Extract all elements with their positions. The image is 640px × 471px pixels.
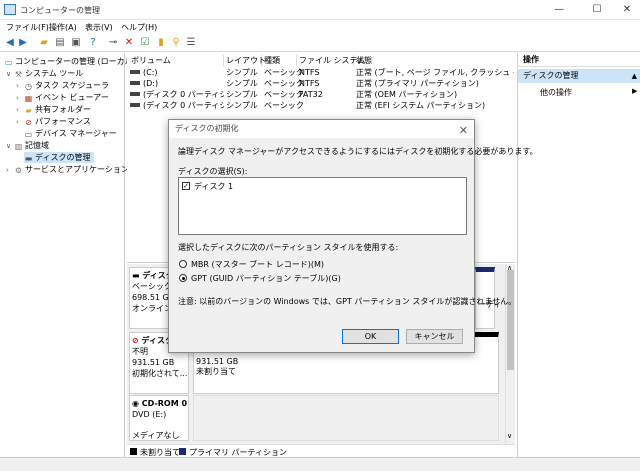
action-more[interactable]: 他の操作 <box>540 87 572 99</box>
disk-select-list[interactable]: ✓ ディスク 1 <box>178 177 467 235</box>
console-tree: ▭ コンピューターの管理 (ローカル) ∨ ⚒ システム ツール › ◷ タスク スケジュ… <box>0 53 136 457</box>
collapse-up-icon[interactable]: ▲ <box>632 69 637 83</box>
disk-icon: ▬ <box>132 271 143 280</box>
console-tree-icon[interactable]: ▤ <box>54 37 66 49</box>
services-icon: ⚙ <box>14 166 23 175</box>
computer-management-icon <box>4 4 16 15</box>
search-icon[interactable]: ⚲ <box>170 37 182 49</box>
actions-header: 操作 <box>518 53 640 67</box>
expand-icon[interactable]: › <box>6 165 14 176</box>
event-log-icon: ▦ <box>24 94 33 103</box>
tree-item-shared-folders[interactable]: › ▰ 共有フォルダー <box>16 104 91 115</box>
storage-icon: ▥ <box>14 142 23 151</box>
volume-icon <box>130 103 140 107</box>
expand-icon[interactable]: › <box>16 117 24 128</box>
menu-view[interactable]: 表示(V) <box>85 22 113 33</box>
details-icon[interactable]: ☰ <box>185 37 197 49</box>
menu-action[interactable]: 操作(A) <box>49 22 77 33</box>
scroll-down-icon[interactable]: ∨ <box>507 432 512 440</box>
back-arrow-icon[interactable]: ◀ <box>4 37 16 49</box>
tree-item-storage[interactable]: ∨ ▥ 記憶域 <box>6 140 49 151</box>
menu-help[interactable]: ヘルプ(H) <box>121 22 157 33</box>
disk-map-scrollbar[interactable]: ∧ ∨ <box>505 264 515 444</box>
dialog-title: ディスクの初期化 ✕ <box>169 120 474 138</box>
clock-icon: ◷ <box>25 82 32 91</box>
volume-icon <box>130 92 140 96</box>
connect-icon[interactable]: ⊸ <box>107 37 119 49</box>
minimize-button[interactable]: — <box>552 3 566 17</box>
toolbar: ◀ ▶ ▰ ▤ ▣ ? ⊸ ✕ ☑ ▮ ⚲ ☰ <box>0 34 640 52</box>
initialize-disk-dialog: ディスクの初期化 ✕ 論理ディスク マネージャーがアクセスできるようにするにはデ… <box>168 119 538 353</box>
dialog-close-icon[interactable]: ✕ <box>459 122 468 140</box>
legend: 未割り当て プライマリ パーティション <box>127 444 515 457</box>
tree-item-root[interactable]: ▭ コンピューターの管理 (ローカル) <box>4 56 136 67</box>
disk-1-item[interactable]: ディスク 1 <box>194 182 233 192</box>
volume-icon <box>130 70 140 74</box>
tree-item-disk-management[interactable]: ▬ ディスクの管理 <box>24 152 95 163</box>
cdrom-empty-area <box>193 395 499 441</box>
device-manager-icon: ▭ <box>24 130 33 139</box>
status-bar <box>0 457 640 471</box>
check-icon[interactable]: ☑ <box>139 37 151 49</box>
disk-select-label: ディスクの選択(S): <box>178 167 248 176</box>
column-header-volume[interactable]: ボリューム <box>129 55 224 66</box>
tree-item-services-apps[interactable]: › ⚙ サービスとアプリケーション <box>6 164 129 175</box>
gpt-label[interactable]: GPT (GUID パーティション テーブル)(G) <box>191 274 341 284</box>
tree-item-performance[interactable]: › ⊘ パフォーマンス <box>16 116 91 127</box>
disk-management-icon: ▬ <box>24 154 33 163</box>
disk-1-checkbox[interactable]: ✓ <box>182 182 190 190</box>
partition-style-label: 選択したディスクに次のパーティション スタイルを使用する: <box>178 243 399 252</box>
open-folder-icon[interactable]: ▮ <box>155 37 167 49</box>
tools-icon: ⚒ <box>14 70 23 79</box>
cdrom-icon: ◉ <box>132 399 142 408</box>
maximize-button[interactable]: ☐ <box>590 3 604 17</box>
scrollbar-thumb[interactable] <box>507 270 514 370</box>
ok-button[interactable]: OK <box>342 329 399 344</box>
expand-icon[interactable]: › <box>16 105 24 116</box>
dialog-note: 注意: 以前のバージョンの Windows では、GPT パーティション スタイ… <box>178 297 517 306</box>
performance-icon: ⊘ <box>25 118 32 127</box>
column-header-filesystem[interactable]: ファイル システム <box>297 55 365 66</box>
legend-unallocated-swatch <box>130 448 137 455</box>
cancel-button[interactable]: キャンセル <box>406 329 463 344</box>
collapse-icon[interactable]: ∨ <box>6 69 14 80</box>
tree-item-task-scheduler[interactable]: › ◷ タスク スケジューラ <box>16 80 109 91</box>
computer-icon: ▭ <box>4 58 13 67</box>
column-header-layout[interactable]: レイアウト <box>224 55 266 66</box>
unknown-disk-icon: ⊘ <box>132 336 142 345</box>
mbr-label[interactable]: MBR (マスター ブート レコード)(M) <box>191 260 324 270</box>
dialog-message: 論理ディスク マネージャーがアクセスできるようにするにはディスクを初期化する必要… <box>178 147 538 156</box>
delete-icon[interactable]: ✕ <box>123 37 135 49</box>
expand-icon[interactable]: › <box>16 81 24 92</box>
volume-icon <box>130 81 140 85</box>
forward-arrow-icon[interactable]: ▶ <box>17 37 29 49</box>
column-header-status[interactable]: 状態 <box>354 55 514 66</box>
column-header-type[interactable]: 種類 <box>262 55 297 66</box>
expand-icon[interactable]: › <box>16 93 24 104</box>
tree-item-system-tools[interactable]: ∨ ⚒ システム ツール <box>6 68 83 79</box>
gpt-radio[interactable] <box>179 274 187 282</box>
shared-folder-icon: ▰ <box>25 106 32 115</box>
title-bar: コンピューターの管理 — ☐ ✕ <box>0 0 640 20</box>
folder-up-icon[interactable]: ▰ <box>38 37 50 49</box>
submenu-arrow-icon: ▶ <box>632 87 638 95</box>
legend-primary-swatch <box>179 448 186 455</box>
action-disk-management[interactable]: ディスクの管理 ▲ <box>518 69 640 83</box>
mbr-radio[interactable] <box>179 260 187 268</box>
collapse-icon[interactable]: ∨ <box>6 141 14 152</box>
menu-file[interactable]: ファイル(F) <box>6 22 49 33</box>
window-title: コンピューターの管理 <box>20 6 100 15</box>
tree-item-event-viewer[interactable]: › ▦ イベント ビューアー <box>16 92 109 103</box>
tree-item-device-manager[interactable]: ▭ デバイス マネージャー <box>24 128 117 139</box>
actions-pane: 操作 ディスクの管理 ▲ 他の操作 ▶ <box>517 53 640 457</box>
properties-icon[interactable]: ▣ <box>70 37 82 49</box>
help-icon[interactable]: ? <box>87 37 99 49</box>
close-button[interactable]: ✕ <box>620 3 634 17</box>
cdrom-label[interactable]: ◉ CD-ROM 0 DVD (E:) メディアなし <box>129 395 189 441</box>
menu-bar: ファイル(F) 操作(A) 表示(V) ヘルプ(H) <box>0 20 640 34</box>
